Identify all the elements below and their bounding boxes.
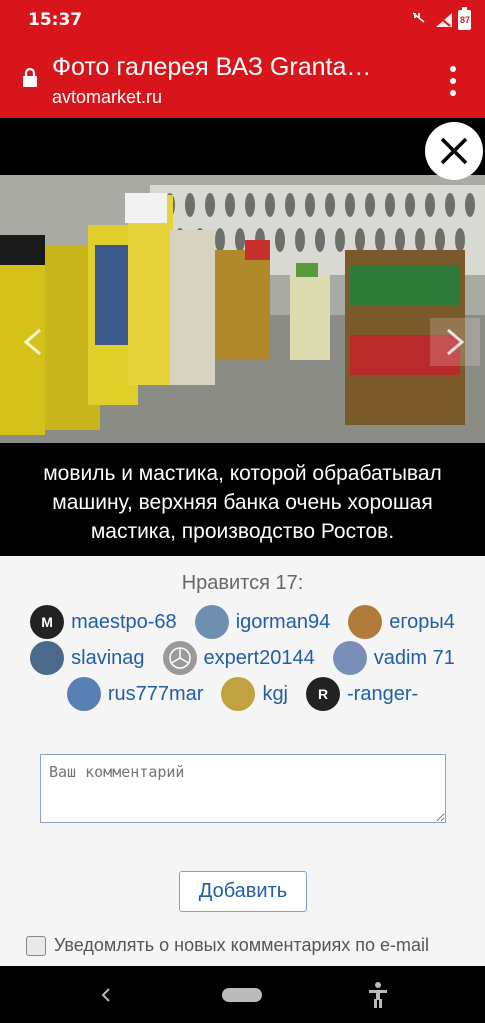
avatar: M [30, 605, 65, 639]
like-user[interactable]: M maestpo-68 [30, 605, 177, 639]
notify-checkbox[interactable] [26, 935, 46, 956]
likes-list: M maestpo-68 igorman94 егоры4 slavinag e… [0, 604, 485, 712]
comment-input[interactable] [40, 754, 446, 823]
avatar [30, 641, 65, 675]
avatar-letter: M [41, 614, 53, 630]
system-nav-bar [0, 966, 485, 1023]
previous-photo-button[interactable] [6, 318, 56, 366]
likes-row: slavinag expert20144 vadim 71 [0, 640, 485, 676]
back-icon[interactable] [98, 984, 114, 1006]
user-link[interactable]: kgj [262, 683, 288, 706]
likes-row: M maestpo-68 igorman94 егоры4 [0, 604, 485, 640]
mercedes-logo-icon [168, 647, 191, 669]
status-bar: 15:37 87 [0, 0, 485, 40]
browser-toolbar: Фото галерея ВАЗ Granta… avtomarket.ru [0, 40, 485, 118]
avatar [66, 677, 101, 711]
close-button[interactable] [425, 122, 483, 180]
avatar [332, 641, 367, 675]
page-title[interactable]: Фото галерея ВАЗ Granta… [52, 53, 422, 82]
like-user[interactable]: slavinag [30, 641, 145, 675]
battery-level: 87 [460, 15, 471, 25]
accessibility-icon[interactable] [366, 981, 390, 1009]
photo-illustration [0, 175, 485, 443]
like-user[interactable]: igorman94 [194, 605, 331, 639]
like-user[interactable]: егоры4 [348, 605, 455, 639]
avatar [221, 677, 256, 711]
notify-label: Уведомлять о новых комментариях по e-mai… [54, 935, 430, 955]
chevron-left-icon [23, 328, 41, 356]
like-user[interactable]: kgj [221, 677, 288, 711]
overflow-menu-icon[interactable] [443, 66, 463, 96]
status-time: 15:37 [28, 10, 83, 30]
like-user[interactable]: expert20144 [162, 641, 315, 675]
user-link[interactable]: егоры4 [389, 611, 455, 634]
like-user[interactable]: rus777mar [66, 677, 204, 711]
likes-title: Нравится 17: [181, 572, 304, 594]
status-icons: 87 [412, 7, 471, 30]
home-button[interactable] [222, 988, 262, 1002]
likes-row: rus777mar kgj R -ranger- [0, 676, 485, 712]
avatar: R [306, 677, 341, 711]
battery-icon: 87 [458, 7, 471, 30]
gallery-photo[interactable] [0, 175, 485, 443]
no-sim-icon [412, 12, 425, 23]
user-link[interactable]: vadim 71 [374, 647, 455, 670]
lock-icon [23, 68, 37, 87]
next-photo-button[interactable] [430, 318, 480, 366]
chevron-right-icon [447, 328, 465, 356]
photo-viewer: мовиль и мастика, которой обрабатывал ма… [0, 118, 485, 556]
avatar [162, 641, 197, 675]
user-link[interactable]: igorman94 [236, 611, 331, 634]
avatar-letter: R [317, 686, 329, 702]
user-link[interactable]: maestpo-68 [71, 611, 177, 634]
user-link[interactable]: -ranger- [347, 683, 418, 706]
signal-icon [436, 13, 452, 27]
user-link[interactable]: expert20144 [204, 647, 315, 670]
photo-caption: мовиль и мастика, которой обрабатывал ма… [0, 445, 485, 547]
close-icon [440, 137, 468, 165]
avatar [348, 605, 383, 639]
like-user[interactable]: vadim 71 [332, 641, 455, 675]
notify-option[interactable]: Уведомлять о новых комментариях по e-mai… [26, 935, 429, 956]
page-domain[interactable]: avtomarket.ru [52, 87, 162, 108]
user-link[interactable]: rus777mar [108, 683, 204, 706]
add-comment-button[interactable]: Добавить [179, 871, 307, 912]
user-link[interactable]: slavinag [71, 647, 144, 670]
like-user[interactable]: R -ranger- [306, 677, 418, 711]
avatar [194, 605, 229, 639]
